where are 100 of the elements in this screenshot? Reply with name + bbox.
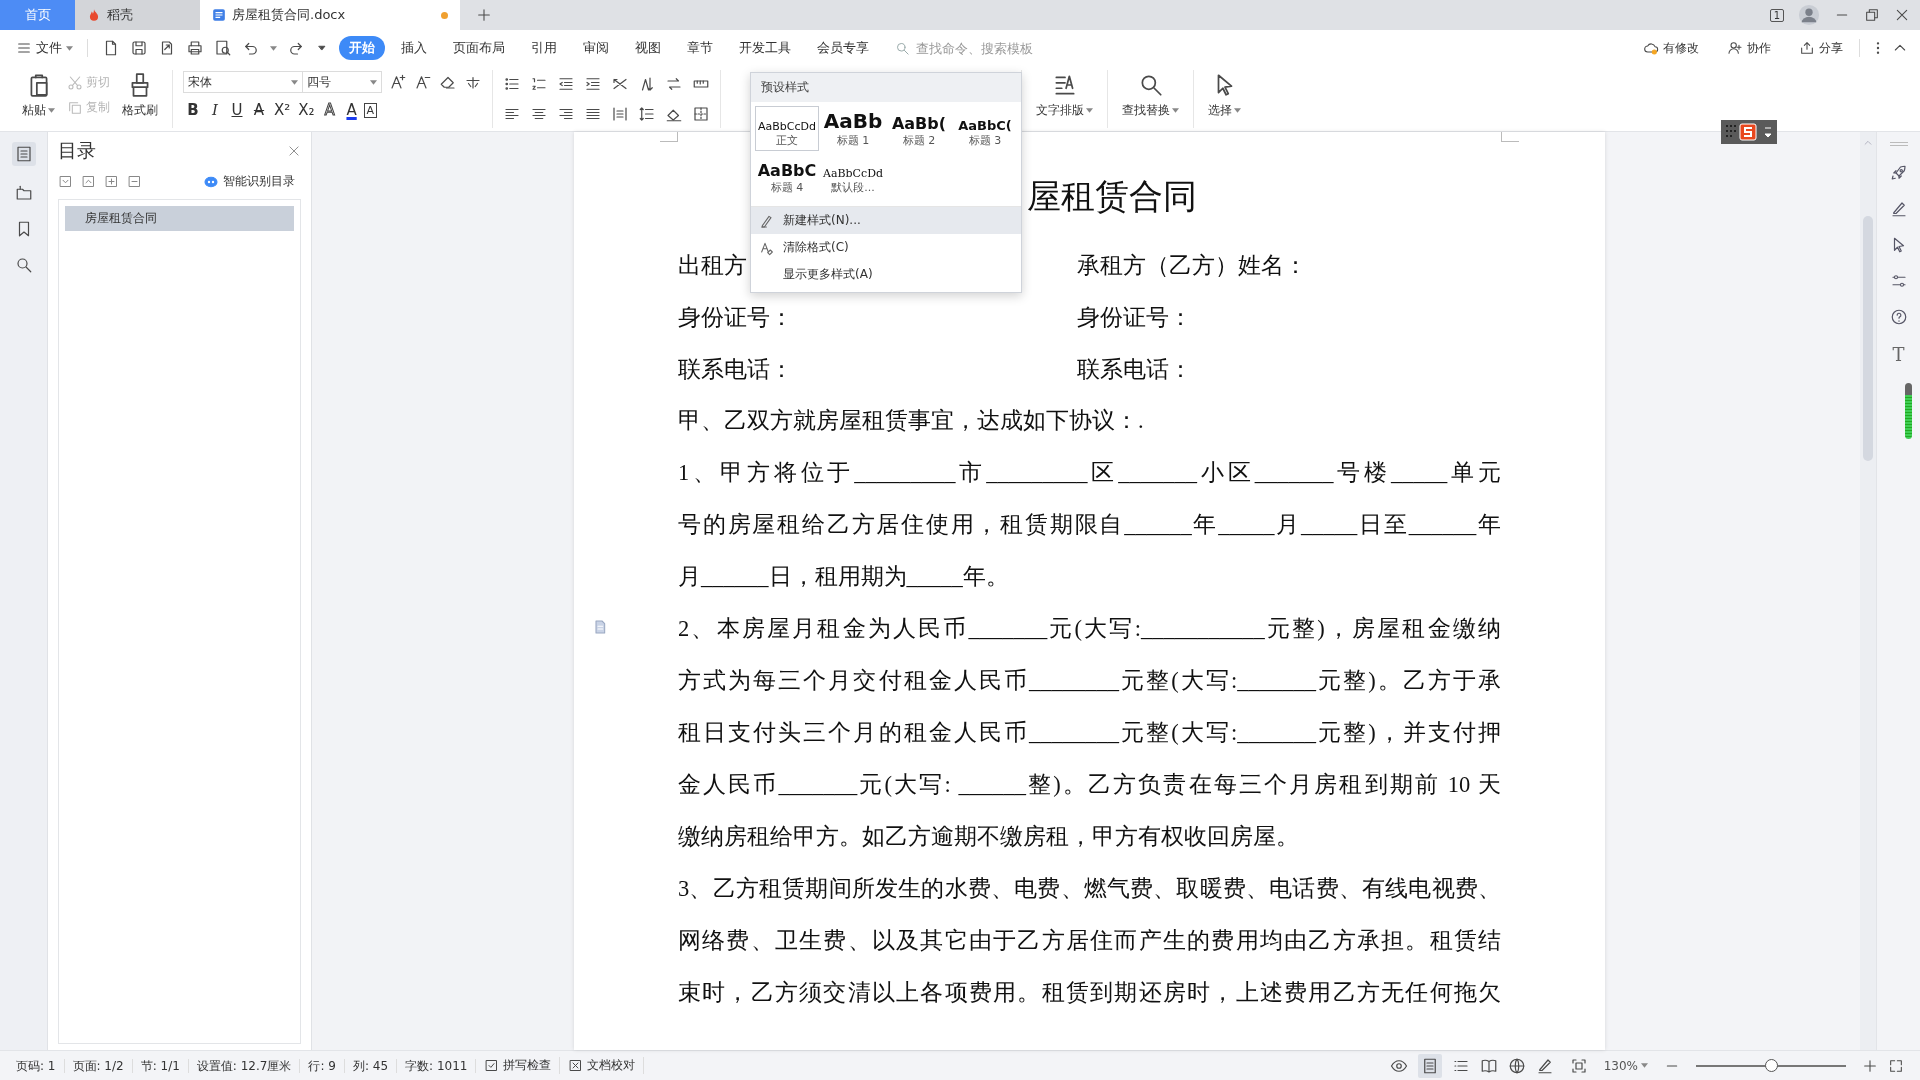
search-icon[interactable] <box>14 256 33 274</box>
zoom-dropdown[interactable]: 130% <box>1597 1057 1654 1074</box>
format-button[interactable]: I <box>205 101 225 119</box>
outdent-icon[interactable] <box>557 75 575 93</box>
style-preset[interactable]: AaBbCcDd 默认段... <box>821 153 885 198</box>
find-replace-button[interactable]: 查找替换 <box>1118 70 1183 121</box>
share-button[interactable]: 分享 <box>1793 38 1849 58</box>
shrink-font-icon[interactable] <box>414 73 432 91</box>
menu-item[interactable]: 新建样式(N)... <box>751 207 1021 234</box>
flame-icon <box>87 8 101 22</box>
menu-item[interactable]: 显示更多样式(A) <box>751 261 1021 288</box>
style-preset[interactable]: AaBb( 标题 2 <box>887 106 951 151</box>
caret-icon[interactable] <box>1641 1063 1648 1068</box>
select-button[interactable]: 选择 <box>1204 70 1245 121</box>
style-preset[interactable]: AaBbC 标题 4 <box>755 153 819 198</box>
save-icon[interactable] <box>130 39 148 57</box>
format-button[interactable]: A <box>319 101 340 119</box>
paste-button[interactable]: 粘贴 <box>18 70 59 121</box>
collaborate-button[interactable]: 协作 <box>1721 38 1777 58</box>
ribbon-tab[interactable]: 开发工具 <box>729 36 801 60</box>
caret-icon[interactable] <box>48 108 55 113</box>
outline-item[interactable]: 房屋租赁合同 <box>65 206 294 231</box>
menu-item[interactable]: 清除格式(C) <box>751 234 1021 261</box>
ribbon-tab[interactable]: 页面布局 <box>443 36 515 60</box>
file-menu[interactable]: 文件 <box>12 39 77 57</box>
fit-page-icon[interactable] <box>1569 1056 1588 1075</box>
close-icon[interactable] <box>287 144 301 158</box>
ribbon-tab[interactable]: 审阅 <box>573 36 619 60</box>
remove-icon[interactable] <box>127 174 142 189</box>
collapse-icon[interactable] <box>58 174 73 189</box>
form-field-label: 联系电话： <box>1077 355 1192 384</box>
menu-header: 预设样式 <box>751 73 1021 102</box>
document-title: 屋租赁合同 <box>1026 178 1197 215</box>
text-layout-button[interactable]: 文字排版 <box>1032 70 1097 121</box>
font-field[interactable]: 宋体 <box>183 71 303 93</box>
format-button[interactable]: B <box>183 101 203 119</box>
window-count-badge[interactable]: 1 <box>1769 8 1784 22</box>
style-preset[interactable]: AaBb 标题 1 <box>821 106 885 151</box>
avatar-icon[interactable] <box>1798 4 1820 26</box>
level-meter-drawing <box>1905 383 1912 439</box>
zoom-in-icon[interactable] <box>1862 1057 1878 1074</box>
add-person-icon <box>1727 40 1743 56</box>
restore-icon[interactable] <box>1864 7 1880 23</box>
form-field-label: 身份证号： <box>678 303 793 332</box>
grow-font-icon[interactable] <box>389 73 407 91</box>
print-preview-icon[interactable] <box>214 39 232 57</box>
spell-check-button[interactable]: 拼写检查 <box>476 1057 561 1074</box>
ribbon-tab[interactable]: 引用 <box>521 36 567 60</box>
add-icon[interactable] <box>104 174 119 189</box>
caret-icon[interactable] <box>1172 108 1179 113</box>
folder-icon[interactable] <box>14 184 33 202</box>
format-button[interactable]: A <box>341 101 362 119</box>
command-search-field[interactable]: 查找命令、搜索模板 <box>895 39 1084 57</box>
caret-icon[interactable] <box>1086 108 1093 113</box>
ribbon-tab[interactable]: 视图 <box>625 36 671 60</box>
web-view-icon[interactable] <box>1507 1056 1526 1075</box>
format-button[interactable]: U <box>227 101 247 119</box>
rocket-icon[interactable] <box>1889 164 1908 182</box>
line-spacing-icon[interactable] <box>638 105 656 123</box>
format-button[interactable]: X² <box>271 101 294 119</box>
fullscreen-icon[interactable] <box>1888 1057 1904 1074</box>
smart-toc-button[interactable]: 智能识别目录 <box>197 172 301 191</box>
sliders-icon[interactable] <box>1889 272 1908 290</box>
changes-button[interactable]: 有修改 <box>1637 38 1705 58</box>
text-line: 月______日，租用期为_____年。 <box>678 563 1010 591</box>
close-icon[interactable] <box>1894 7 1910 23</box>
document-tab[interactable]: 房屋租赁合同.docx <box>200 0 460 30</box>
drag-handle[interactable] <box>1889 142 1908 146</box>
document-tab[interactable]: 稻壳 <box>75 0 200 30</box>
distribute-icon[interactable] <box>611 105 629 123</box>
input-method-widget[interactable] <box>1721 120 1777 144</box>
swap-icon[interactable] <box>665 75 683 93</box>
doc-review-button[interactable]: 文档校对 <box>560 1057 645 1074</box>
format-button[interactable]: X₂ <box>295 101 318 119</box>
style-preset[interactable]: AaBbC( 标题 3 <box>953 106 1017 151</box>
text-tool[interactable]: T <box>1892 344 1905 365</box>
caret-icon[interactable] <box>1234 108 1241 113</box>
caret-icon[interactable] <box>291 79 298 85</box>
borders-icon[interactable] <box>692 105 710 123</box>
font-size-field[interactable]: 四号 <box>302 71 382 93</box>
caret-icon[interactable] <box>270 45 277 51</box>
search-icon <box>895 40 910 56</box>
caret-icon[interactable] <box>66 45 73 51</box>
indent-icon[interactable] <box>584 75 602 93</box>
numbered-list-icon[interactable] <box>530 75 548 93</box>
format-painter-button[interactable]: 格式刷 <box>118 70 162 121</box>
caret-icon[interactable] <box>370 79 377 85</box>
print-icon[interactable] <box>186 39 204 57</box>
ribbon-tab[interactable]: 插入 <box>391 36 437 60</box>
style-preset[interactable]: AaBbCcDd 正文 <box>755 106 819 151</box>
outline-icon[interactable] <box>14 145 33 163</box>
scrollbar-thumb[interactable] <box>1863 216 1873 461</box>
ribbon-tab[interactable]: 章节 <box>677 36 723 60</box>
expand-icon[interactable] <box>81 174 96 189</box>
ribbon-tab[interactable]: 会员专享 <box>807 36 879 60</box>
help-icon[interactable] <box>1889 308 1908 326</box>
bullet-list-icon[interactable] <box>503 75 521 93</box>
pen-icon[interactable] <box>1889 200 1908 218</box>
format-button[interactable]: A <box>249 101 269 119</box>
format-button[interactable]: A <box>363 102 378 118</box>
